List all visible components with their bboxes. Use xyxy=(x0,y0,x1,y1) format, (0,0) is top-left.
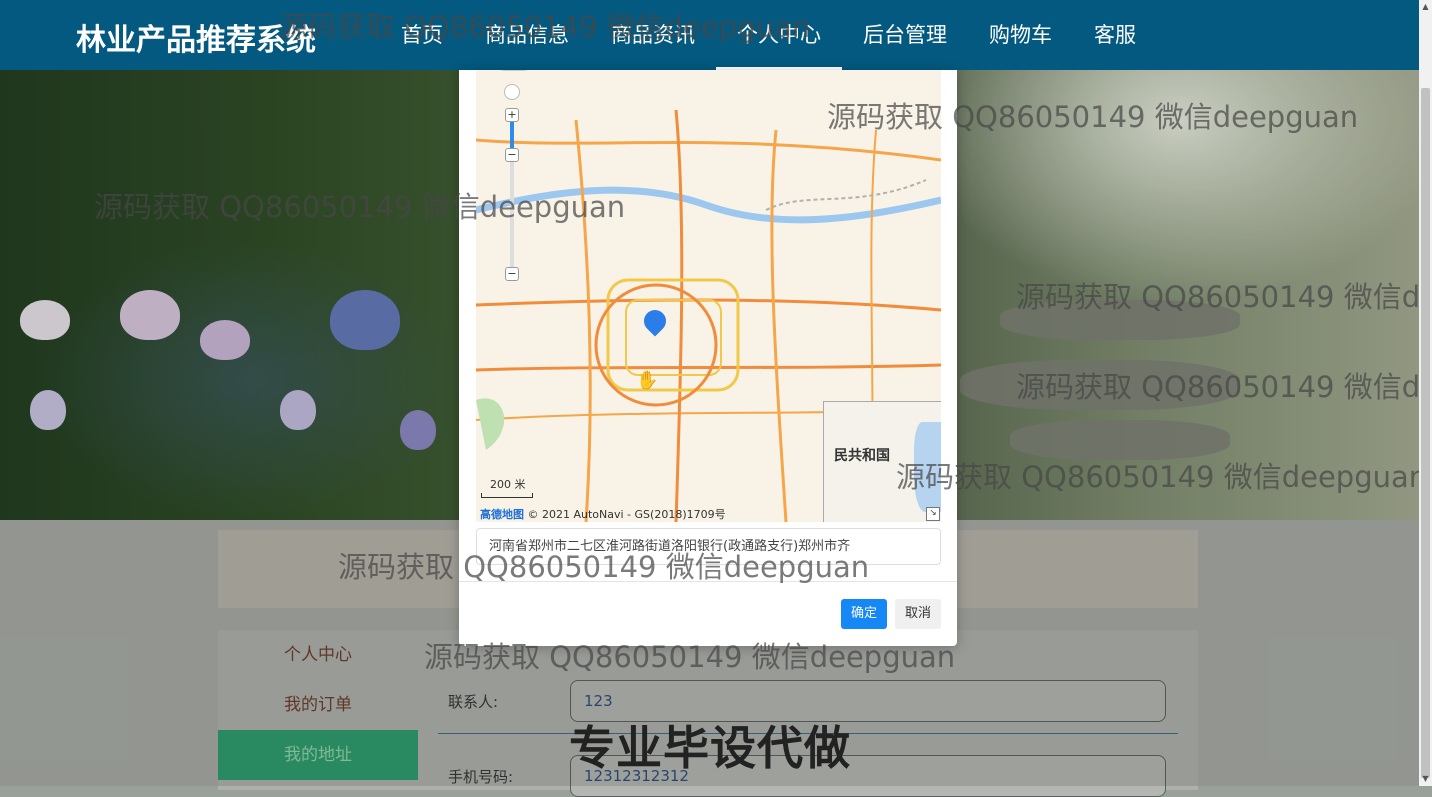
scroll-thumb[interactable] xyxy=(1421,88,1430,778)
nav-admin[interactable]: 后台管理 xyxy=(842,0,968,70)
cancel-button[interactable]: 取消 xyxy=(895,599,941,629)
promo-text: 专业毕设代做 xyxy=(569,721,851,775)
zoom-handle-icon[interactable]: − xyxy=(505,148,519,162)
zoom-control: + − − xyxy=(494,70,534,290)
watermark: 源码获取 QQ86050149 微信deepguan xyxy=(279,10,811,44)
overview-label: 民共和国 xyxy=(834,448,890,464)
zoom-out-icon[interactable]: − xyxy=(505,267,519,281)
map-scale-bar xyxy=(481,493,533,498)
zoom-in-icon[interactable]: + xyxy=(505,108,519,122)
watermark: 源码获取 QQ86050149 微信deepguan xyxy=(94,190,626,224)
scroll-up-icon[interactable]: ▲ xyxy=(1421,2,1430,11)
map-view[interactable]: + − − ✋ 民共和国 ↘ 200 米 高德地图 © 2021 AutoNav… xyxy=(476,70,941,522)
copyright-text: © 2021 AutoNavi - GS(2018)1709号 xyxy=(527,508,726,521)
nav-cart[interactable]: 购物车 xyxy=(968,0,1073,70)
hand-cursor-icon: ✋ xyxy=(636,370,659,391)
scroll-down-icon[interactable]: ▼ xyxy=(1421,774,1430,783)
nav-service[interactable]: 客服 xyxy=(1073,0,1157,70)
page-scrollbar[interactable]: ▲ ▼ xyxy=(1419,0,1432,786)
map-scale-label: 200 米 xyxy=(490,478,526,491)
watermark: 源码获取 QQ86050149 微信de xyxy=(1016,280,1432,314)
map-copyright: 高德地图 © 2021 AutoNavi - GS(2018)1709号 xyxy=(480,506,726,522)
collapse-arrow-icon[interactable]: ↘ xyxy=(926,507,940,521)
confirm-button[interactable]: 确定 xyxy=(841,599,887,629)
locate-icon[interactable] xyxy=(504,84,520,100)
amap-logo: 高德地图 xyxy=(480,508,524,521)
watermark: 源码获取 QQ86050149 微信deepguan xyxy=(338,550,870,584)
watermark: 源码获取 QQ86050149 微信deepguan xyxy=(424,640,956,674)
watermark: 源码获取 QQ86050149 微信deepguan xyxy=(827,100,1359,134)
watermark: 源码获取 QQ86050149 微信de xyxy=(1016,370,1432,404)
watermark: 源码获取 QQ86050149 微信deepguan xyxy=(896,460,1428,494)
